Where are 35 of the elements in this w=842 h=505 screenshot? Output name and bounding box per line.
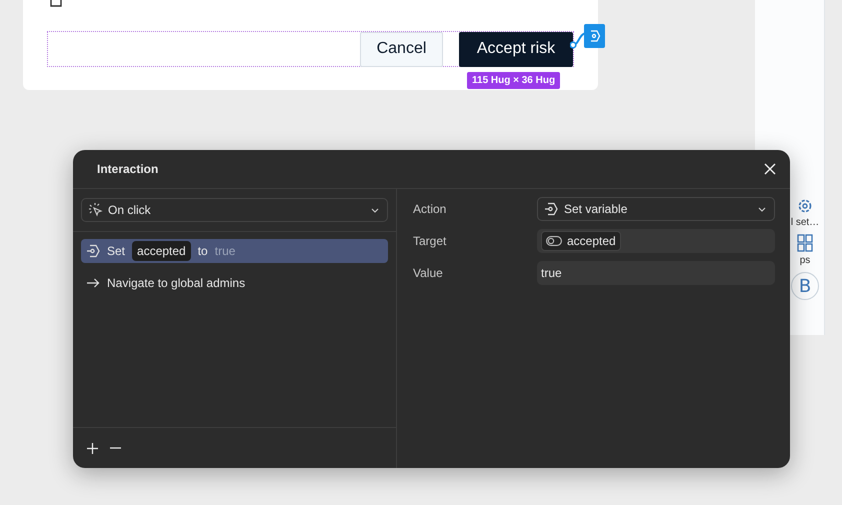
action-item[interactable]: Set accepted to true <box>81 239 388 263</box>
action-text: to <box>198 244 208 258</box>
action-item[interactable]: Navigate to global admins <box>81 271 388 295</box>
action-value: true <box>214 244 236 258</box>
plus-icon[interactable] <box>87 442 98 454</box>
sidebar-label[interactable]: l set… <box>790 217 820 228</box>
grid-icon <box>797 234 813 252</box>
size-badge: 115 Hug × 36 Hug <box>467 72 560 89</box>
action-dropdown[interactable]: Set variable <box>537 197 775 221</box>
variable-chip: accepted <box>132 241 191 261</box>
action-text: Set <box>107 244 126 258</box>
toggle-icon <box>546 236 562 246</box>
close-button[interactable] <box>762 161 778 177</box>
value-field[interactable]: true <box>537 261 775 285</box>
gear-icon <box>797 198 813 214</box>
sidebar-label[interactable]: ps <box>800 255 810 266</box>
field-label: Value <box>413 266 444 280</box>
checkbox-icon <box>50 0 62 7</box>
variable-icon <box>86 244 100 258</box>
dialog-title: Interaction <box>97 162 158 176</box>
trigger-dropdown[interactable]: On click <box>81 198 388 222</box>
arrow-right-icon <box>86 278 100 288</box>
chevron-down-icon <box>371 208 379 212</box>
avatar[interactable]: B <box>791 272 819 300</box>
field-label: Target <box>413 234 448 248</box>
variable-icon <box>544 202 558 216</box>
action-text: Navigate to global admins <box>107 276 246 290</box>
chevron-down-icon <box>758 206 766 212</box>
cancel-button[interactable]: Cancel <box>360 32 443 66</box>
target-field[interactable]: accepted <box>537 229 775 253</box>
variable-name: accepted <box>567 234 616 248</box>
cursor-click-icon <box>88 202 104 218</box>
minus-icon[interactable] <box>110 447 121 449</box>
accept-risk-button[interactable]: Accept risk <box>459 32 573 66</box>
field-label: Action <box>413 202 448 216</box>
